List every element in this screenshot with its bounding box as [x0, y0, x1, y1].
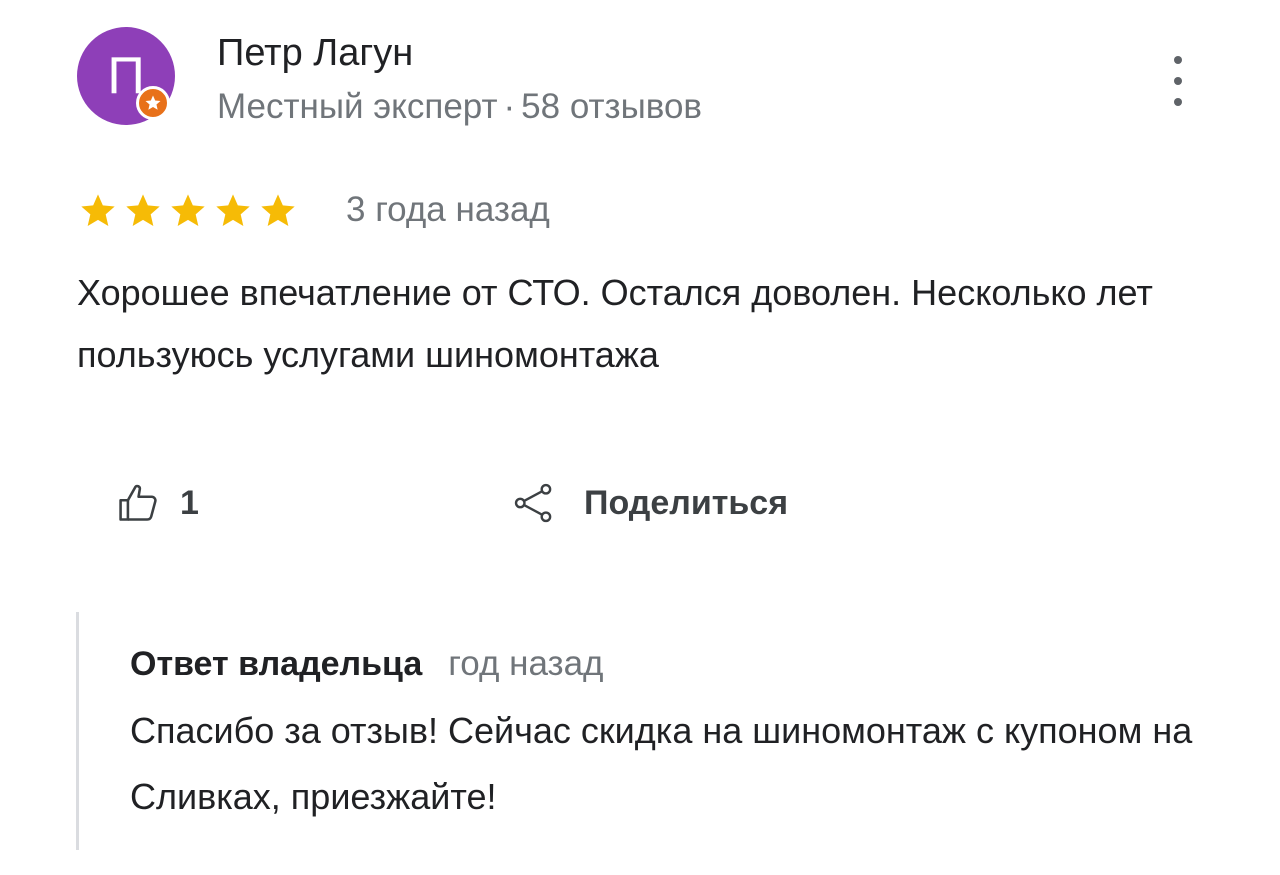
like-count: 1 — [180, 483, 199, 522]
author-level: Местный эксперт — [217, 87, 498, 126]
author-name[interactable]: Петр Лагун — [217, 32, 413, 75]
more-vert-icon — [1174, 56, 1182, 64]
local-guide-badge-icon — [136, 86, 170, 120]
rating-stars — [77, 191, 299, 231]
owner-reply-date: год назад — [448, 644, 604, 683]
share-button[interactable]: Поделиться — [512, 478, 788, 528]
thumb-up-icon — [119, 484, 157, 521]
author-reviews-count: 58 отзывов — [521, 87, 703, 126]
more-options-button[interactable] — [1160, 56, 1196, 106]
review-date: 3 года назад — [346, 190, 550, 229]
share-icon — [514, 483, 552, 523]
review-text: Хорошее впечатление от СТО. Остался дово… — [77, 272, 1153, 375]
owner-reply-title: Ответ владельца — [130, 645, 423, 683]
star-icon — [126, 194, 160, 226]
review-card: П Петр Лагун Местный эксперт · 58 отзывов … — [0, 0, 1280, 875]
author-meta: Местный эксперт · 58 отзывов — [217, 87, 702, 127]
star-icon — [171, 194, 205, 226]
share-label: Поделиться — [584, 483, 789, 522]
like-button[interactable]: 1 — [116, 478, 199, 528]
star-icon — [216, 194, 250, 226]
owner-reply-text: Спасибо за отзыв! Сейчас скидка на шином… — [130, 710, 1193, 817]
star-icon — [81, 194, 115, 226]
owner-reply-header: Ответ владельца год назад — [130, 644, 603, 684]
star-badge-icon — [145, 95, 161, 110]
reply-divider — [76, 612, 79, 850]
star-icon — [261, 194, 295, 226]
meta-separator: · — [503, 87, 516, 126]
